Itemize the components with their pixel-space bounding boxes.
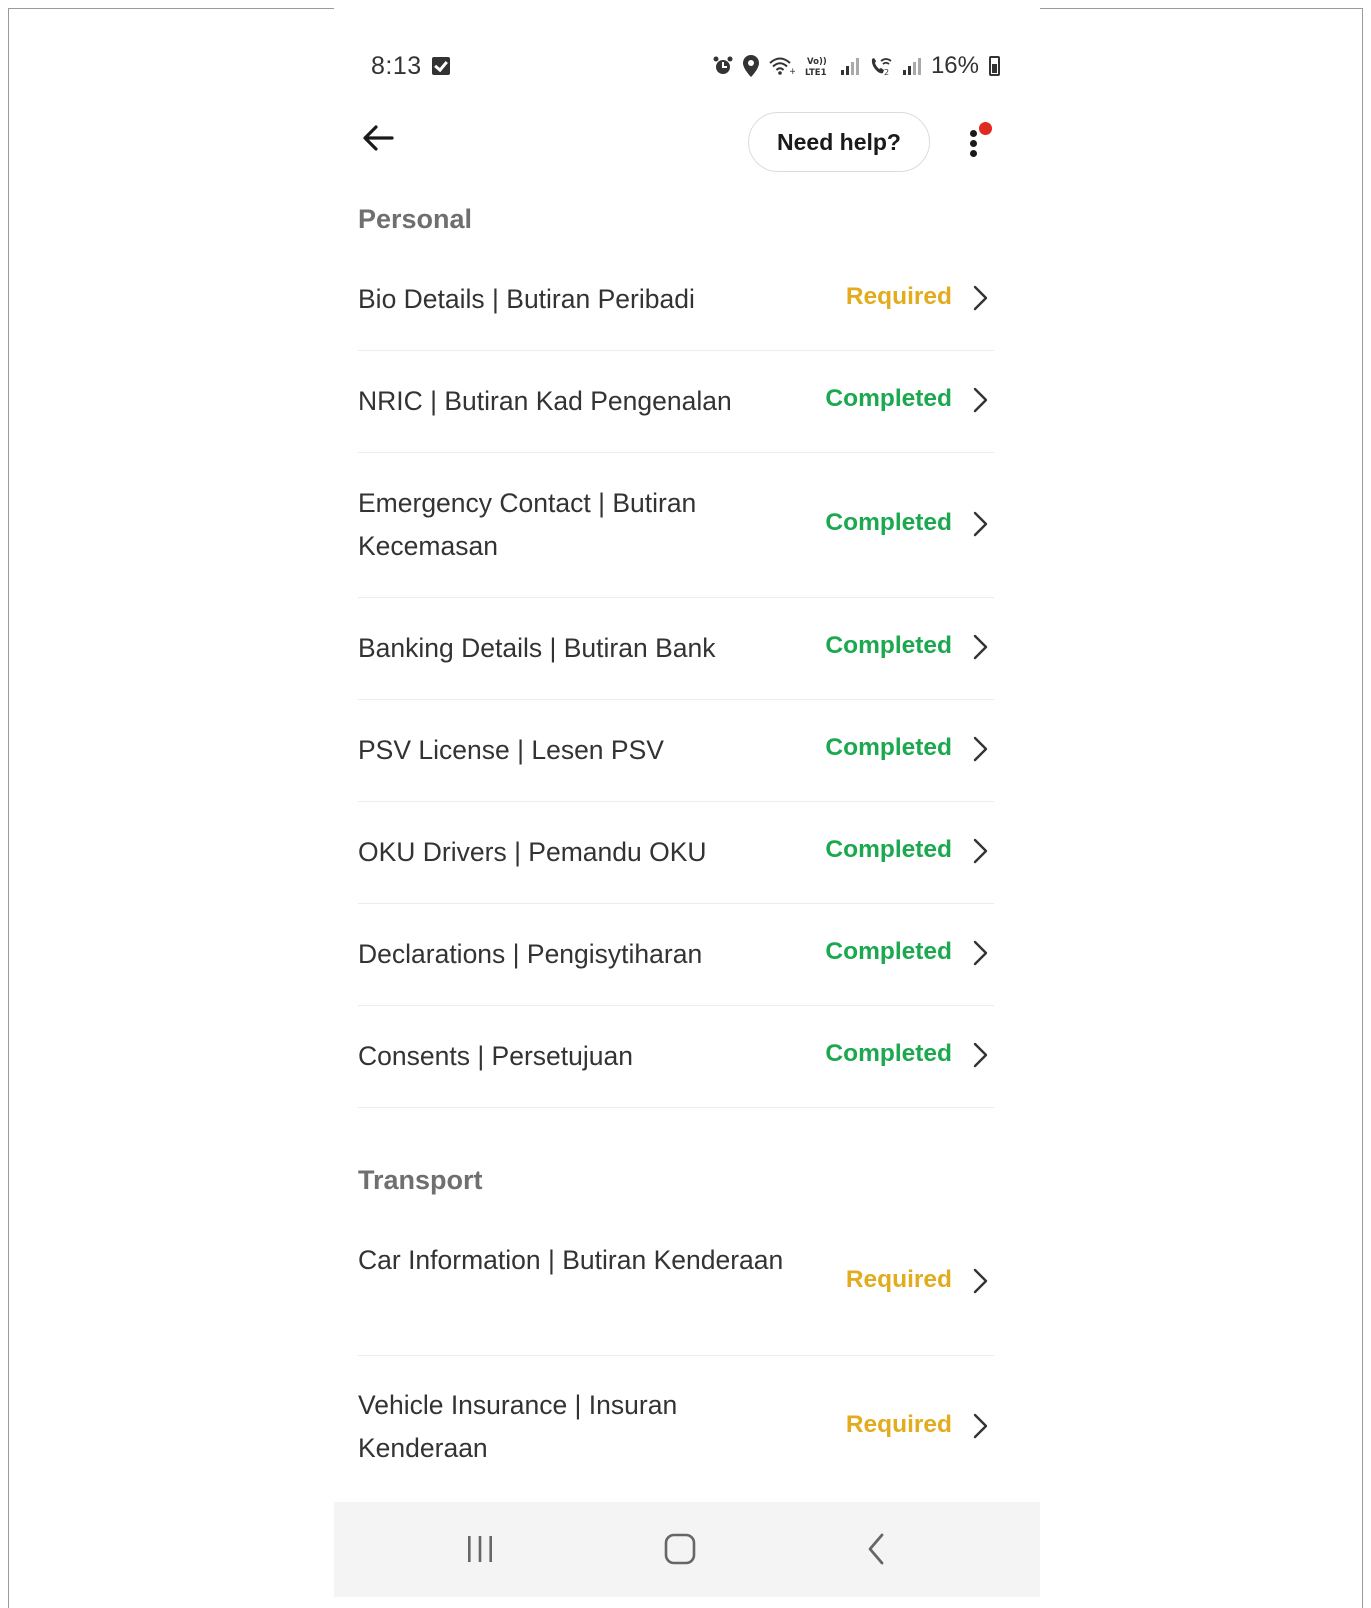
signal-icon [840, 57, 859, 75]
list-item-bio-details[interactable]: Bio Details | Butiran Peribadi Required [358, 249, 994, 351]
check-box-icon [432, 57, 450, 75]
svg-text:+: + [789, 67, 795, 76]
menu-dot [970, 150, 977, 157]
back-icon[interactable] [816, 1502, 936, 1597]
menu-dot [970, 140, 977, 147]
section-title-transport: Transport [358, 1165, 483, 1195]
status-icons: + Vo)) LTE1 2 16% [713, 52, 1000, 80]
status-bar: 8:13 + Vo)) LTE1 2 16% [334, 48, 1040, 92]
status-badge: Required [845, 1411, 952, 1438]
status-badge: Required [845, 283, 952, 310]
battery-icon [989, 56, 1000, 76]
svg-text:LTE1: LTE1 [805, 68, 827, 77]
item-label: Declarations | Pengisytiharan [358, 939, 703, 969]
need-help-button[interactable]: Need help? [748, 112, 930, 172]
wifi-calling-icon: 2 [871, 58, 892, 76]
section-title-personal: Personal [358, 204, 473, 234]
status-badge: Completed [825, 734, 952, 761]
chevron-right-icon [973, 387, 988, 413]
item-label: Banking Details | Butiran Bank [358, 633, 716, 663]
item-label: NRIC | Butiran Kad Pengenalan [358, 386, 732, 416]
svg-text:Vo)): Vo)) [807, 57, 827, 67]
item-label: Consents | Persetujuan [358, 1041, 633, 1071]
chevron-right-icon [973, 634, 988, 660]
chevron-right-icon [973, 1042, 988, 1068]
chevron-right-icon [973, 1268, 988, 1294]
status-badge: Completed [825, 385, 952, 412]
location-icon [742, 55, 759, 77]
item-label: OKU Drivers | Pemandu OKU [358, 837, 707, 867]
item-label: Bio Details | Butiran Peribadi [358, 284, 695, 314]
system-nav-bar [334, 1502, 1040, 1597]
list-item-vehicle-insurance[interactable]: Vehicle Insurance | Insuran Kenderaan Re… [358, 1356, 994, 1502]
status-badge: Required [845, 1266, 952, 1293]
status-badge: Completed [825, 938, 952, 965]
battery-percent: 16% [930, 52, 979, 79]
chevron-right-icon [973, 511, 988, 537]
status-badge: Completed [825, 509, 952, 536]
status-time: 8:13 [371, 52, 422, 80]
back-arrow-icon[interactable] [358, 118, 398, 158]
chevron-right-icon [973, 285, 988, 311]
notification-badge [979, 122, 992, 135]
chevron-right-icon [973, 1413, 988, 1439]
chevron-right-icon [973, 838, 988, 864]
chevron-right-icon [973, 736, 988, 762]
item-label: PSV License | Lesen PSV [358, 735, 664, 765]
list-item-psv-license[interactable]: PSV License | Lesen PSV Completed [358, 700, 994, 802]
more-vertical-icon[interactable] [962, 118, 1002, 162]
wifi-icon: + [769, 57, 795, 76]
chevron-right-icon [973, 940, 988, 966]
list-item-nric[interactable]: NRIC | Butiran Kad Pengenalan Completed [358, 351, 994, 453]
alarm-icon [713, 56, 733, 74]
signal-icon [902, 57, 921, 75]
phone-screen: 8:13 + Vo)) LTE1 2 16% Need help? Person… [334, 8, 1040, 1597]
item-label: Car Information | Butiran Kenderaan [358, 1245, 784, 1275]
item-label: Vehicle Insurance | Insuran Kenderaan [358, 1390, 678, 1463]
list-item-banking-details[interactable]: Banking Details | Butiran Bank Completed [358, 598, 994, 700]
volte-icon: Vo)) LTE1 [805, 57, 827, 77]
status-badge: Completed [825, 836, 952, 863]
list-item-emergency-contact[interactable]: Emergency Contact | Butiran Kecemasan Co… [358, 453, 994, 598]
list-item-oku-drivers[interactable]: OKU Drivers | Pemandu OKU Completed [358, 802, 994, 904]
top-bar: Need help? [334, 104, 1040, 176]
svg-text:2: 2 [884, 68, 889, 76]
status-badge: Completed [825, 632, 952, 659]
status-badge: Completed [825, 1040, 952, 1067]
list-item-declarations[interactable]: Declarations | Pengisytiharan Completed [358, 904, 994, 1006]
list-item-car-information[interactable]: Car Information | Butiran Kenderaan Requ… [358, 1211, 994, 1356]
menu-dot [970, 130, 977, 137]
recent-apps-icon[interactable] [420, 1502, 540, 1597]
home-icon[interactable] [620, 1502, 740, 1597]
item-label: Emergency Contact | Butiran Kecemasan [358, 488, 697, 561]
list-item-consents[interactable]: Consents | Persetujuan Completed [358, 1006, 994, 1108]
